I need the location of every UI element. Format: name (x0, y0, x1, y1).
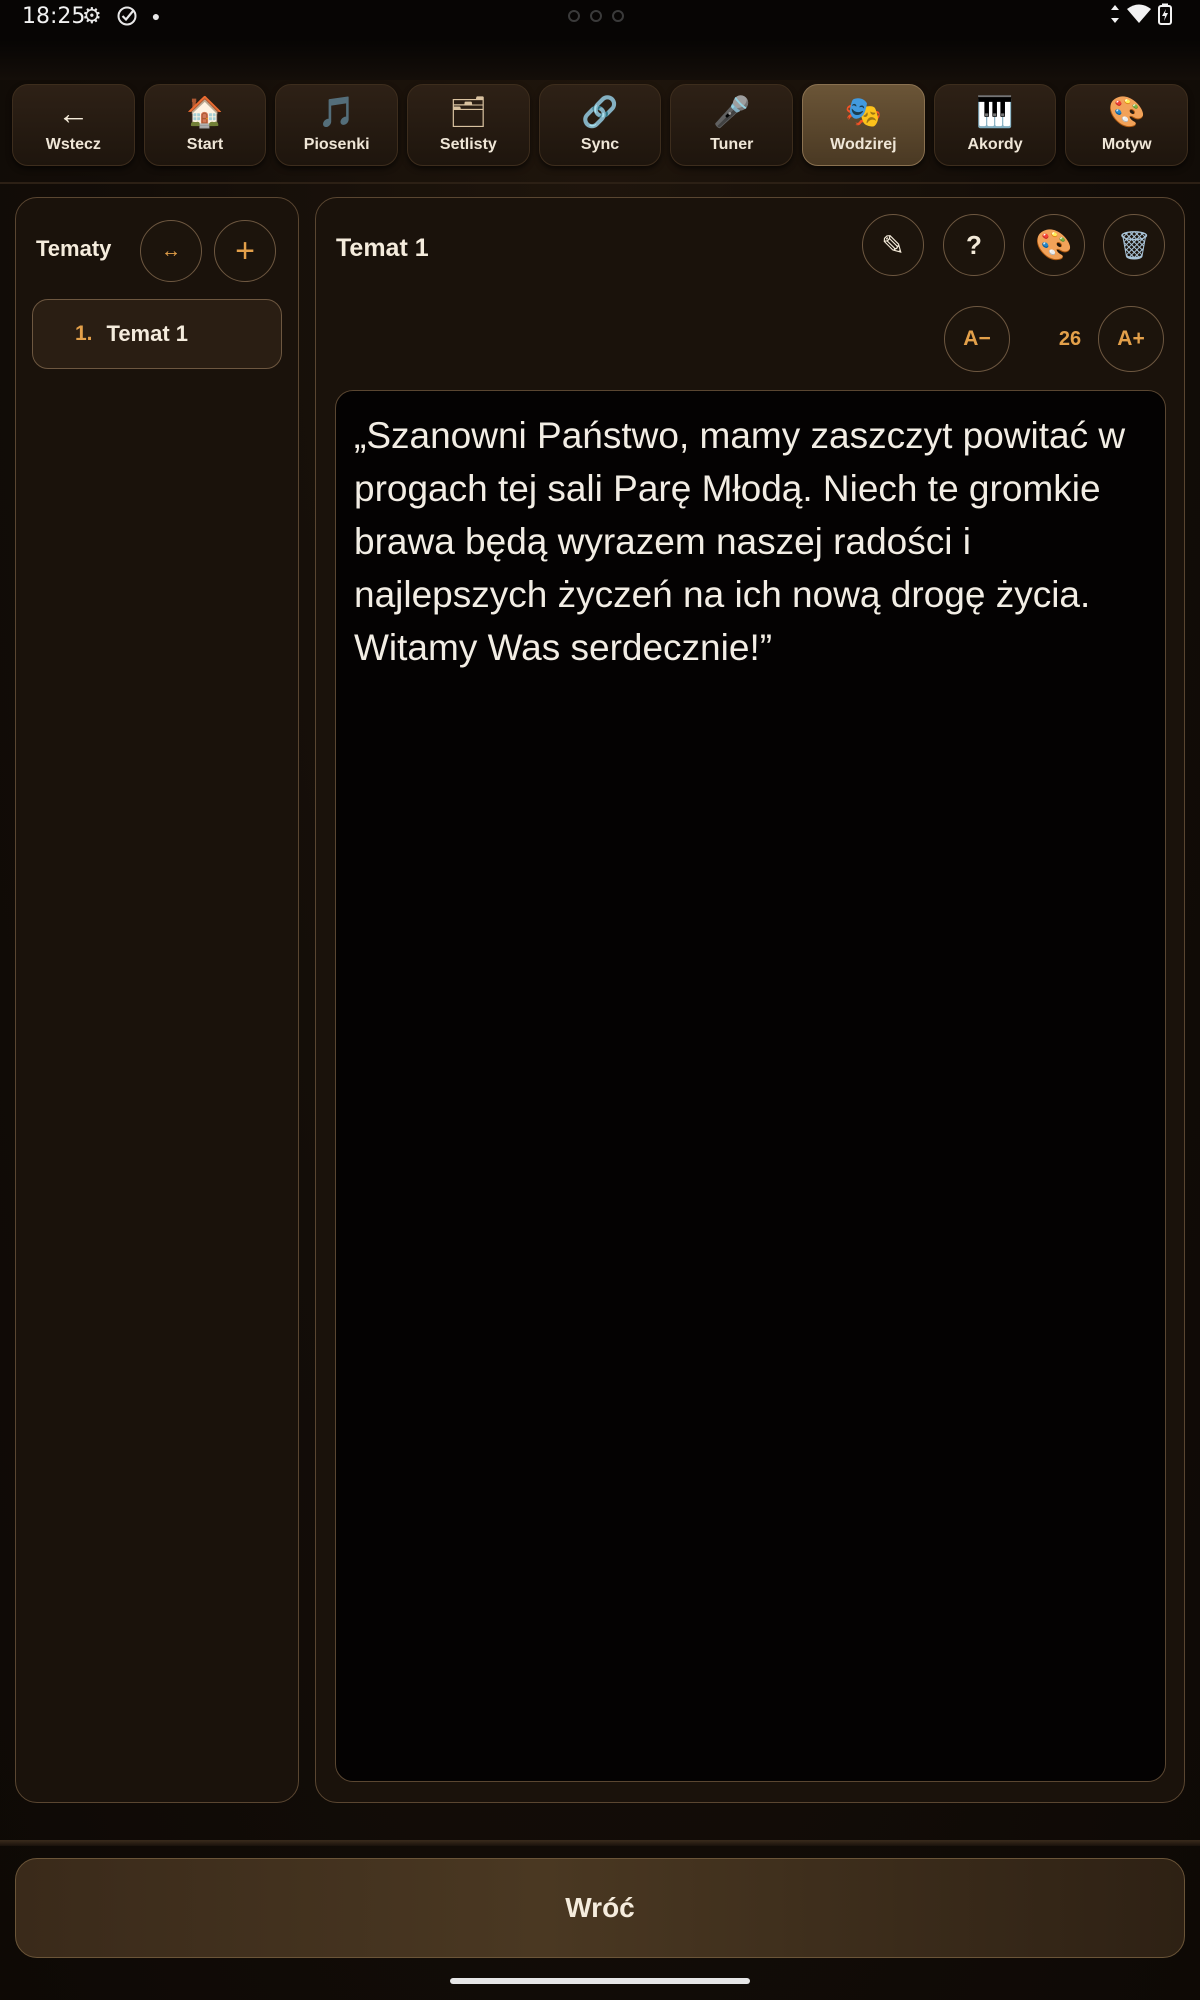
top-band (0, 40, 1200, 80)
nav-label: Start (186, 136, 224, 153)
music-note-icon: 🎵 (318, 96, 356, 129)
app-screen: 18:25 ⚙ ● ← Wstecz 🏠 Start 🎵 Piosenki 🗂 … (0, 0, 1200, 2000)
trash-icon: 🗑 (1116, 229, 1152, 261)
nav-wstecz-button[interactable]: ← Wstecz (12, 84, 135, 166)
delete-button[interactable]: 🗑 (1103, 214, 1165, 276)
palette-icon: 🎨 (1035, 228, 1073, 262)
back-label: Wróć (565, 1892, 635, 1923)
status-dots (568, 10, 624, 22)
topic-item[interactable]: 1. Temat 1 (32, 299, 282, 369)
swap-icon: ↔ (161, 239, 181, 262)
nav-label: Piosenki (303, 136, 370, 153)
nav-divider (0, 182, 1200, 184)
status-icons-left: ⚙ ● (82, 3, 160, 29)
nav-label: Akordy (967, 136, 1023, 153)
folder-icon: 🗂 (449, 96, 488, 129)
link-icon: 🔗 (581, 96, 619, 129)
nav-label: Wstecz (45, 136, 101, 153)
add-topic-button[interactable]: + (214, 220, 276, 282)
nav-tuner-button[interactable]: 🎤 Tuner (670, 84, 794, 166)
home-indicator[interactable] (450, 1978, 750, 1984)
nav-start-button[interactable]: 🏠 Start (143, 84, 267, 166)
help-icon: ? (966, 229, 982, 260)
pencil-icon: ✎ (881, 229, 905, 261)
nav-label: Sync (580, 136, 620, 153)
font-increase-button[interactable]: A+ (1098, 306, 1164, 372)
microphone-icon: 🎤 (713, 96, 751, 129)
topic-detail-panel: Temat 1 ✎ ? 🎨 🗑 A− 26 A+ „Szanowni Państ… (315, 197, 1185, 1803)
help-button[interactable]: ? (943, 214, 1005, 276)
piano-icon: 🎹 (976, 96, 1014, 129)
theater-masks-icon: 🎭 (844, 96, 883, 129)
topic-name: Temat 1 (106, 321, 189, 346)
speech-text: „Szanowni Państwo, mamy zaszczyt powitać… (354, 415, 1126, 668)
dot-indicator (590, 10, 602, 22)
nav-label: Motyw (1101, 136, 1152, 153)
nav-motyw-button[interactable]: 🎨 Motyw (1065, 84, 1189, 166)
status-time: 18:25 (22, 4, 86, 29)
speech-text-area[interactable]: „Szanowni Państwo, mamy zaszczyt powitać… (335, 390, 1166, 1782)
bottom-divider (0, 1840, 1200, 1846)
palette-icon: 🎨 (1108, 96, 1146, 129)
font-size-value: 26 (1058, 328, 1082, 350)
topic-number: 1. (75, 322, 93, 345)
home-icon: 🏠 (186, 96, 224, 129)
font-decrease-button[interactable]: A− (944, 306, 1010, 372)
dot-indicator (612, 10, 624, 22)
font-increase-label: A+ (1117, 327, 1145, 350)
top-navigation: ← Wstecz 🏠 Start 🎵 Piosenki 🗂 Setlisty 🔗… (12, 84, 1189, 170)
nav-label: Tuner (710, 136, 754, 153)
plus-icon: + (235, 231, 255, 270)
font-decrease-label: A− (963, 327, 991, 350)
color-button[interactable]: 🎨 (1023, 214, 1085, 276)
nav-piosenki-button[interactable]: 🎵 Piosenki (275, 84, 399, 166)
nav-label: Setlisty (439, 136, 497, 153)
data-arrows-icon (1111, 5, 1119, 23)
nav-sync-button[interactable]: 🔗 Sync (538, 84, 662, 166)
nav-setlisty-button[interactable]: 🗂 Setlisty (407, 84, 530, 166)
gear-icon: ⚙ (82, 3, 102, 28)
nav-label: Wodzirej (830, 136, 897, 153)
edit-button[interactable]: ✎ (862, 214, 924, 276)
battery-icon (1158, 3, 1172, 25)
status-bar: 18:25 ⚙ ● (0, 0, 1200, 40)
wifi-icon (1127, 4, 1151, 23)
back-button[interactable]: Wróć (15, 1858, 1185, 1958)
arrow-left-icon: ← (57, 95, 90, 131)
dot-icon: ● (151, 8, 161, 24)
topics-panel: Tematy ↔ + 1. Temat 1 (15, 197, 299, 1803)
nav-wodzirej-button[interactable]: 🎭 Wodzirej (802, 84, 925, 166)
topics-title: Tematy (36, 236, 112, 261)
dot-indicator (568, 10, 580, 22)
topic-title: Temat 1 (336, 234, 429, 262)
nav-akordy-button[interactable]: 🎹 Akordy (933, 84, 1057, 166)
swap-button[interactable]: ↔ (140, 220, 202, 282)
status-icons-right (1110, 3, 1172, 25)
check-circle-icon (117, 6, 137, 26)
